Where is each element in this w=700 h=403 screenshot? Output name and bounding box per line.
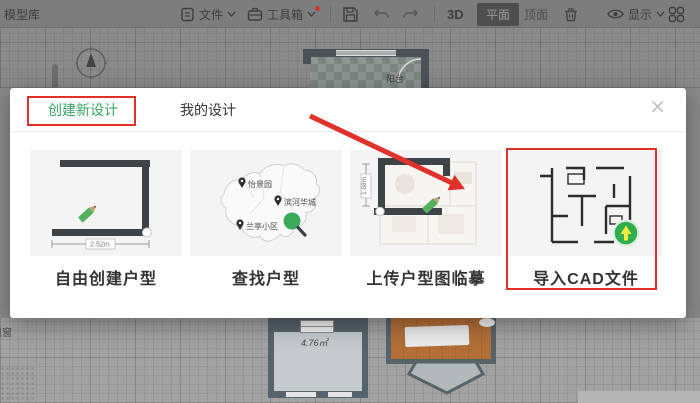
balcony-window-symbol	[336, 50, 396, 56]
card-illustration: 1.68m	[350, 150, 502, 256]
toolbar-divider	[434, 6, 435, 22]
door-opening	[328, 392, 352, 397]
pin-label: 滨河华城	[284, 197, 316, 207]
chevron-down-icon	[307, 11, 316, 17]
card-illustration	[510, 150, 662, 256]
model-library-panel-title[interactable]: 模型库	[4, 6, 40, 23]
dimension-label: 2.52m	[90, 242, 110, 249]
wood-floor-room	[386, 318, 496, 364]
redo-icon	[402, 7, 419, 21]
canvas-highlight-band	[578, 391, 700, 403]
view-plan-label: 平面	[477, 3, 519, 26]
room-wall-bottom	[268, 391, 368, 398]
window-symbol	[300, 320, 334, 333]
view-top-label: 顶面	[524, 6, 548, 23]
file-icon	[180, 7, 195, 22]
undo-button[interactable]	[373, 0, 390, 28]
card-title: 查找户型	[190, 265, 342, 289]
pin-label: 怡景园	[248, 179, 272, 189]
door-opening	[286, 392, 316, 397]
trash-icon	[563, 6, 579, 23]
app-window: 阳台 模型库 文件 工具箱	[0, 0, 700, 403]
hatch-pattern-area	[0, 366, 36, 403]
display-menu-label: 显示	[628, 6, 652, 23]
top-toolbar: 模型库 文件 工具箱	[0, 0, 700, 28]
trace-illustration: 1.68m	[350, 150, 502, 256]
free-draw-illustration: 2.52m	[30, 150, 182, 256]
chevron-down-icon	[656, 11, 665, 17]
toolbox-menu-label: 工具箱	[267, 6, 303, 23]
close-icon[interactable]: ×	[649, 96, 666, 116]
balcony-label: 阳台	[386, 72, 404, 85]
room-wall-left	[268, 318, 274, 398]
save-icon	[342, 6, 359, 23]
card-upload-floorplan-trace[interactable]: 1.68m 上传户型图临摹	[350, 150, 502, 289]
card-title: 自由创建户型	[30, 265, 182, 289]
view-3d-button[interactable]: 3D	[447, 0, 464, 28]
toolbox-icon	[247, 7, 263, 22]
display-menu-button[interactable]: 显示	[607, 0, 665, 28]
card-free-create-floorplan[interactable]: 2.52m 自由创建户型	[30, 150, 182, 289]
toolbar-divider	[330, 6, 331, 22]
pencil-icon	[78, 203, 98, 222]
dimension-label: 1.68m	[361, 177, 368, 195]
toolbox-menu-button[interactable]: 工具箱	[247, 0, 330, 28]
card-title: 上传户型图临摹	[350, 265, 502, 289]
redo-button[interactable]	[402, 0, 419, 28]
notification-badge-dot	[315, 6, 320, 11]
cad-illustration	[510, 150, 662, 256]
save-button[interactable]	[342, 0, 359, 28]
eye-icon	[607, 8, 624, 20]
balcony-wall-left	[303, 49, 311, 64]
card-search-floorplan[interactable]: 怡景园 滨河华城 兰亭小区	[190, 150, 342, 289]
view-plan-button[interactable]: 平面	[477, 0, 519, 28]
delete-button[interactable]	[563, 0, 579, 28]
chevron-down-icon	[227, 11, 236, 17]
file-menu-label: 文件	[199, 6, 223, 23]
room-area-label: 4.76㎡	[301, 336, 328, 349]
map-illustration: 怡景园 滨河华城 兰亭小区	[190, 150, 342, 256]
undo-icon	[373, 7, 390, 21]
tab-create-new-design[interactable]: 创建新设计	[48, 100, 118, 120]
rug-furniture	[479, 318, 495, 327]
card-illustration: 2.52m	[30, 150, 182, 256]
file-menu-button[interactable]: 文件	[180, 0, 236, 28]
bay-window-shape	[406, 360, 486, 396]
pin-label: 兰亭小区	[246, 221, 278, 231]
bay-window-label: 飘窗	[0, 324, 12, 339]
apps-grid-button[interactable]	[668, 0, 685, 28]
compass-icon	[72, 44, 110, 82]
view-top-button[interactable]: 顶面	[524, 0, 548, 28]
table-furniture	[405, 325, 470, 347]
apps-grid-icon	[668, 6, 685, 23]
dialog-tabs: 创建新设计 我的设计 ×	[10, 88, 686, 132]
card-illustration: 怡景园 滨河华城 兰亭小区	[190, 150, 342, 256]
card-title: 导入CAD文件	[510, 265, 662, 289]
create-design-dialog: 创建新设计 我的设计 ×	[10, 88, 686, 318]
upload-icon	[614, 221, 639, 246]
tab-my-designs[interactable]: 我的设计	[180, 100, 236, 120]
design-option-cards: 2.52m 自由创建户型 怡景园	[30, 150, 662, 289]
view-3d-label: 3D	[447, 7, 464, 22]
card-import-cad-file[interactable]: 导入CAD文件	[510, 150, 662, 289]
room-wall-right	[362, 318, 368, 398]
